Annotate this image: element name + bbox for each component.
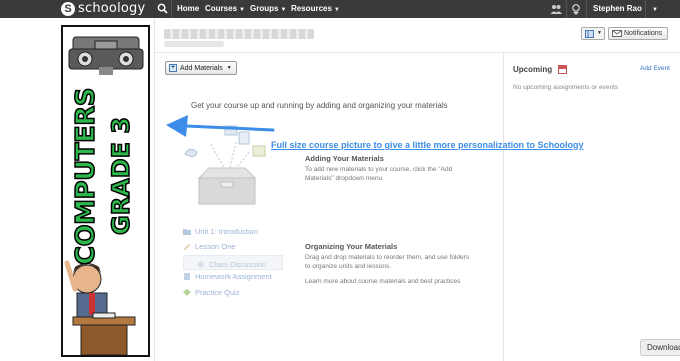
- schoology-logo[interactable]: S schoology: [61, 1, 145, 16]
- adding-materials-text: To add new materials to your course, cli…: [305, 166, 453, 182]
- caret-down-icon: ▼: [597, 30, 602, 36]
- course-subtitle-blurred: [164, 41, 224, 47]
- view-toggle-button[interactable]: ▼: [581, 27, 605, 40]
- sidebar-divider: [503, 52, 504, 361]
- upcoming-empty-text: No upcoming assignments or events: [513, 84, 619, 91]
- caret-down-icon: ▼: [280, 7, 287, 13]
- sample-folder-item: Unit 1: Introduction: [183, 227, 258, 236]
- nav-divider: [645, 0, 646, 18]
- nav-divider: [171, 0, 172, 18]
- logo-mark-icon: S: [61, 1, 75, 16]
- caret-down-icon: ▼: [239, 7, 245, 13]
- user-name[interactable]: Stephen Rao: [593, 4, 642, 13]
- annotation-text: Full size course picture to give a littl…: [271, 140, 584, 150]
- caret-down-icon: ▼: [226, 65, 232, 71]
- annotation-arrow: [166, 115, 275, 137]
- banner-word-computers: COMPUTERS: [70, 87, 102, 265]
- quiz-icon: [183, 289, 191, 296]
- course-title-blurred: [164, 29, 314, 39]
- sample-discussion-item: Class Discussion: [197, 260, 266, 269]
- organizing-materials-title: Organizing Your Materials: [305, 242, 398, 251]
- empty-state-headline: Get your course up and running by adding…: [191, 101, 448, 110]
- sample-quiz-item: Practice Quiz: [183, 288, 240, 297]
- notifications-bell-icon[interactable]: [570, 3, 582, 15]
- connections-icon[interactable]: [550, 3, 562, 15]
- content-left-border: [154, 18, 155, 361]
- banner-word-grade: GRADE 3: [106, 116, 136, 236]
- caret-down-icon: ▼: [652, 7, 658, 13]
- top-navigation-bar: S schoology Home Courses ▼ Groups ▼ Resour…: [0, 0, 680, 18]
- sample-lesson-item: Lesson One: [183, 242, 235, 251]
- assignment-icon: [184, 273, 190, 280]
- nav-divider: [586, 0, 587, 18]
- header-divider: [154, 52, 680, 53]
- add-materials-button[interactable]: + Add Materials ▼: [165, 61, 237, 75]
- sample-assignment-item: Homework Assignment: [183, 272, 272, 281]
- upcoming-title: Upcoming: [513, 65, 553, 74]
- notifications-label: Notifications: [624, 30, 663, 37]
- logo-text: schoology: [78, 1, 146, 16]
- discussion-icon: [198, 261, 204, 268]
- calendar-icon[interactable]: [558, 65, 567, 74]
- course-banner-image: COMPUTERS GRADE 3: [61, 25, 150, 357]
- nav-home[interactable]: Home: [177, 4, 199, 13]
- notifications-button[interactable]: Notifications: [608, 27, 668, 40]
- nav-resources[interactable]: Resources ▼: [291, 4, 340, 13]
- caret-down-icon: ▼: [333, 7, 340, 13]
- layout-icon: [585, 30, 594, 38]
- adding-materials-title: Adding Your Materials: [305, 154, 384, 163]
- folder-icon: [183, 229, 191, 235]
- nav-courses[interactable]: Courses ▼: [205, 4, 245, 13]
- nav-groups[interactable]: Groups ▼: [250, 4, 286, 13]
- learn-more-link[interactable]: Learn more about course materials and be…: [305, 277, 460, 286]
- nav-divider: [566, 0, 567, 18]
- add-materials-label: Add Materials: [180, 64, 223, 72]
- plus-icon: +: [169, 64, 177, 72]
- user-menu-dropdown[interactable]: ▼: [650, 4, 658, 13]
- download-button[interactable]: Download: [640, 339, 680, 356]
- organizing-materials-text: Drag and drop materials to reorder them,…: [305, 254, 470, 270]
- pencil-icon: [184, 244, 190, 250]
- search-icon[interactable]: [157, 3, 168, 14]
- envelope-icon: [612, 30, 622, 37]
- add-event-link[interactable]: Add Event: [640, 65, 670, 72]
